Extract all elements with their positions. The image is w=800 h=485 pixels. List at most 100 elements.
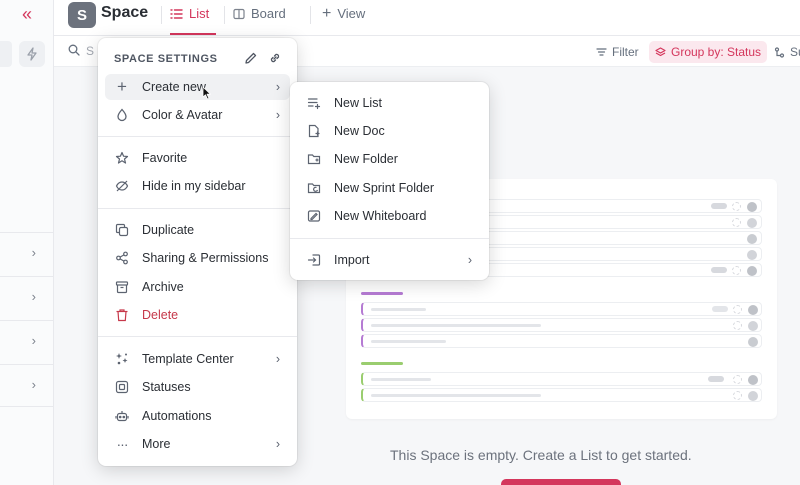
group-by-button[interactable]: Group by: Status [649,41,768,63]
more-item[interactable]: ··· More › [105,431,290,457]
sprint-folder-icon [306,180,322,196]
new-sprint-folder-item[interactable]: New Sprint Folder [297,175,482,201]
new-folder-icon [306,151,322,167]
menu-title: SPACE SETTINGS [114,53,218,65]
eye-off-icon [114,178,130,194]
archive-item[interactable]: Archive [105,274,290,300]
whiteboard-icon [306,208,322,224]
menu-item-label: New List [334,96,382,110]
menu-item-label: Hide in my sidebar [142,179,246,193]
board-icon [233,8,245,20]
space-title[interactable]: Space [101,4,148,22]
duplicate-item[interactable]: Duplicate [105,217,290,243]
header: S Space List Board + View [54,0,800,36]
space-avatar[interactable]: S [68,2,96,28]
menu-item-label: Archive [142,280,184,294]
new-doc-item[interactable]: New Doc [297,118,482,144]
menu-item-label: Color & Avatar [142,108,223,122]
new-list-icon [306,95,322,111]
menu-divider [290,238,489,239]
menu-item-label: New Sprint Folder [334,181,435,195]
create-new-submenu: New List New Doc New Folder New Sprint F… [290,82,489,280]
menu-item-label: Import [334,253,370,267]
menu-item-label: Favorite [142,151,188,165]
archive-icon [114,279,130,295]
menu-item-label: Automations [142,409,212,423]
menu-item-label: Template Center [142,352,234,366]
preview-row [361,302,762,316]
add-view-button[interactable]: + View [322,4,366,22]
preview-row [361,334,762,348]
sidebar-row[interactable]: › [0,320,54,363]
menu-item-label: Create new [142,80,206,94]
divider [310,6,311,24]
collapse-sidebar-icon[interactable]: « [22,4,32,24]
tab-label: List [189,6,210,21]
search-icon[interactable] [68,44,80,56]
menu-divider [98,136,297,137]
chevron-right-icon: › [275,108,280,122]
sidebar-row[interactable]: › [0,364,54,407]
tab-board[interactable]: Board [233,6,286,21]
bolt-icon[interactable] [19,41,45,67]
subtasks-label: Su [790,45,800,59]
automations-item[interactable]: Automations [105,403,290,429]
preview-group-bar [361,362,403,365]
trash-icon [114,307,130,323]
menu-item-label: New Doc [334,124,385,138]
link-icon[interactable] [268,51,282,65]
statuses-item[interactable]: Statuses [105,374,290,400]
color-avatar-item[interactable]: Color & Avatar › [105,102,290,128]
droplet-icon [114,107,130,123]
chevron-right-icon: › [31,245,36,260]
active-tab-indicator [170,33,216,35]
menu-item-label: New Whiteboard [334,209,427,223]
mouse-cursor-icon [202,86,212,100]
robot-icon [114,408,130,424]
preview-row [361,318,762,332]
create-list-button[interactable] [501,479,621,485]
share-icon [114,250,130,266]
menu-divider [98,208,297,209]
new-doc-icon [306,123,322,139]
tab-list[interactable]: List [170,6,209,21]
sharing-permissions-item[interactable]: Sharing & Permissions [105,245,290,271]
pencil-icon[interactable] [244,51,258,65]
plus-icon: + [322,4,332,22]
tab-label: View [337,6,366,21]
sidebar-row[interactable]: › [0,232,54,275]
template-center-item[interactable]: Template Center › [105,346,290,372]
delete-item[interactable]: Delete [105,302,290,328]
chevron-right-icon: › [275,352,280,366]
menu-item-label: Statuses [142,380,191,394]
plus-icon: + [117,77,127,96]
new-whiteboard-item[interactable]: New Whiteboard [297,203,482,229]
copy-icon [114,222,130,238]
chevron-right-icon: › [31,289,36,304]
search-input[interactable]: S [86,44,94,58]
chevron-right-icon: › [31,333,36,348]
template-icon [114,351,130,367]
divider [161,6,162,24]
preview-row [361,388,762,402]
preview-row [361,372,762,386]
subtasks-button[interactable]: Su [768,41,800,63]
chevron-right-icon: › [275,80,280,94]
left-rail: « › › › › [0,0,54,485]
create-new-item[interactable]: + Create new › [105,74,290,100]
import-item[interactable]: Import › [297,247,482,273]
filter-label: Filter [612,45,639,59]
menu-item-label: More [142,437,171,451]
new-folder-item[interactable]: New Folder [297,146,482,172]
favorite-item[interactable]: Favorite [105,145,290,171]
menu-item-label: New Folder [334,152,398,166]
chevron-right-icon: › [467,253,472,267]
list-icon [170,8,183,20]
hide-sidebar-item[interactable]: Hide in my sidebar [105,173,290,199]
chevron-right-icon: › [275,437,280,451]
filter-icon [596,47,607,57]
filter-button[interactable]: Filter [590,41,645,63]
sidebar-row[interactable]: › [0,276,54,319]
new-list-item[interactable]: New List [297,90,482,116]
star-icon [114,150,130,166]
